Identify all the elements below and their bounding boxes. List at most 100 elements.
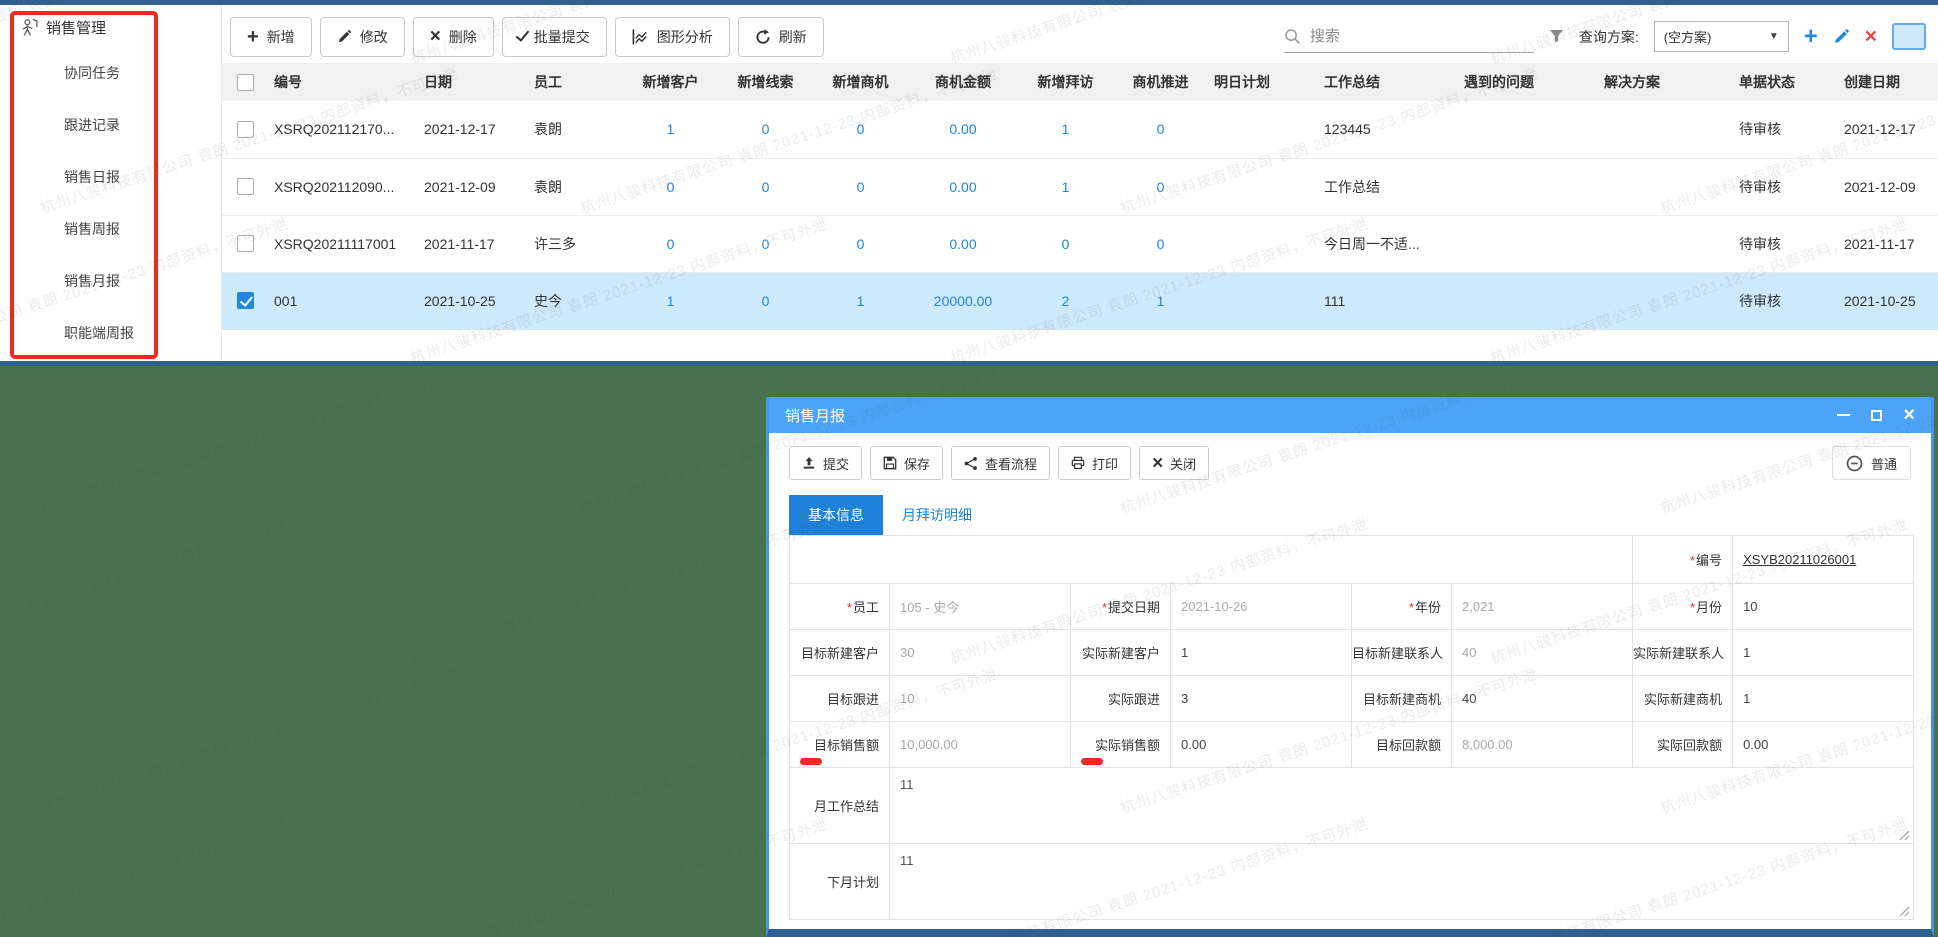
column-header-doc-status[interactable]: 单据状态 xyxy=(1733,63,1838,101)
row-checkbox[interactable] xyxy=(237,235,254,252)
table-row[interactable]: XSRQ202112090...2021-12-09袁朗0000.0010工作总… xyxy=(222,158,1938,215)
edit-scheme-icon[interactable] xyxy=(1833,28,1850,45)
cell-new-visits: 0 xyxy=(1018,215,1113,272)
resize-handle-icon[interactable] xyxy=(1899,905,1910,916)
dialog-tabs: 基本信息月拜访明细 xyxy=(789,495,991,535)
column-header-work-summary[interactable]: 工作总结 xyxy=(1318,63,1458,101)
column-header-opportunity-amount[interactable]: 商机金额 xyxy=(908,63,1018,101)
layout-panel-icon[interactable] xyxy=(1892,23,1926,50)
field-value-target-new-opportunities[interactable]: 40 xyxy=(1452,676,1633,722)
plus-icon: + xyxy=(247,27,259,47)
submit-button[interactable]: 提交 xyxy=(789,446,862,480)
refresh-button[interactable]: 刷新 xyxy=(738,17,824,57)
watermark-text: 杭州八骏科技有限公司 袁朗 2021-12-23 内部资料，不可外泄 xyxy=(37,363,460,518)
field-value-year[interactable]: 2,021 xyxy=(1452,584,1633,630)
sidebar-item-sales-daily-report[interactable]: 销售日报 xyxy=(0,151,222,203)
field-value-actual-new-contacts[interactable]: 1 xyxy=(1733,630,1914,676)
submit-button-label: 提交 xyxy=(823,454,849,473)
close-button[interactable]: ×关闭 xyxy=(1139,446,1209,480)
cell-doc-status: 待审核 xyxy=(1733,215,1838,272)
cell-doc-status: 待审核 xyxy=(1733,158,1838,215)
sales-monthly-report-dialog: 销售月报 × 提交保存查看流程打印×关闭 普通 基本信息月拜访明细 *编号XSY… xyxy=(766,397,1934,937)
view-flow-button-label: 查看流程 xyxy=(985,454,1037,473)
edit-button[interactable]: 修改 xyxy=(320,17,405,57)
save-button[interactable]: 保存 xyxy=(870,446,943,480)
priority-badge[interactable]: 普通 xyxy=(1832,446,1911,480)
field-value-actual-collection-amount[interactable]: 0.00 xyxy=(1733,722,1914,768)
view-flow-button[interactable]: 查看流程 xyxy=(951,446,1050,480)
field-value-month[interactable]: 10 xyxy=(1733,584,1914,630)
field-value-target-sales-amount[interactable]: 10,000.00 xyxy=(890,722,1071,768)
dialog-titlebar[interactable]: 销售月报 × xyxy=(769,397,1931,433)
search-input[interactable] xyxy=(1310,28,1510,45)
column-header-new-opportunities[interactable]: 新增商机 xyxy=(813,63,908,101)
resize-handle-icon[interactable] xyxy=(1899,829,1910,840)
watermark-text: 杭州八骏科技有限公司 袁朗 2021-12-23 内部资料，不可外泄 xyxy=(37,663,460,818)
column-header-employee[interactable]: 员工 xyxy=(528,63,623,101)
minimize-icon[interactable] xyxy=(1837,414,1850,416)
field-value-actual-followup[interactable]: 3 xyxy=(1171,676,1352,722)
field-value-target-collection-amount[interactable]: 8,000.00 xyxy=(1452,722,1633,768)
column-header-problems-met[interactable]: 遇到的问题 xyxy=(1458,63,1598,101)
sidebar-item-followup-records[interactable]: 跟进记录 xyxy=(0,99,222,151)
column-header-create-date[interactable]: 创建日期 xyxy=(1838,63,1938,101)
query-scheme-select[interactable]: (空方案) ▼ xyxy=(1654,21,1789,52)
cell-employee: 许三多 xyxy=(528,215,623,272)
column-header-tomorrow-plan[interactable]: 明日计划 xyxy=(1208,63,1318,101)
table-row[interactable]: XSRQ202111170012021-11-17许三多0000.0000今日周… xyxy=(222,215,1938,272)
column-header-new-customers[interactable]: 新增客户 xyxy=(623,63,718,101)
column-header-code[interactable]: 编号 xyxy=(268,63,418,101)
delete-button[interactable]: ×删除 xyxy=(413,17,494,57)
table-header-row: 编号日期员工新增客户新增线索新增商机商机金额新增拜访商机推进明日计划工作总结遇到… xyxy=(222,63,1938,101)
column-header-opportunity-advance[interactable]: 商机推进 xyxy=(1113,63,1208,101)
sidebar-item-sales-weekly-report[interactable]: 销售周报 xyxy=(0,203,222,255)
close-icon[interactable]: × xyxy=(1903,405,1915,425)
doc-number-link[interactable]: XSYB20211026001 xyxy=(1743,552,1856,567)
table-row[interactable]: 0012021-10-25史今10120000.0021111待审核2021-1… xyxy=(222,272,1938,329)
column-header-date[interactable]: 日期 xyxy=(418,63,528,101)
cell-new-customers: 0 xyxy=(623,158,718,215)
row-checkbox[interactable] xyxy=(237,178,254,195)
field-label-target-new-customers: 目标新建客户 xyxy=(790,630,890,676)
field-value-actual-sales-amount[interactable]: 0.00 xyxy=(1171,722,1352,768)
cell-employee: 袁朗 xyxy=(528,158,623,215)
column-header-solutions[interactable]: 解决方案 xyxy=(1598,63,1733,101)
field-value-code[interactable]: XSYB20211026001 xyxy=(1733,536,1914,584)
chevron-down-icon: ▼ xyxy=(1769,31,1779,42)
field-value-employee[interactable]: 105 - 史今 xyxy=(890,584,1071,630)
field-value-monthly-work-summary[interactable]: 11 xyxy=(890,768,1914,844)
field-label-actual-collection-amount: 实际回款额 xyxy=(1633,722,1733,768)
print-button[interactable]: 打印 xyxy=(1058,446,1131,480)
field-value-actual-new-opportunities[interactable]: 1 xyxy=(1733,676,1914,722)
graph-analysis-button[interactable]: 图形分析 xyxy=(615,17,730,57)
tab-basic-info[interactable]: 基本信息 xyxy=(789,495,883,535)
graph-analysis-button-label: 图形分析 xyxy=(657,27,713,47)
save-button-label: 保存 xyxy=(904,454,930,473)
next-month-plan-text: 11 xyxy=(890,844,1913,877)
tab-monthly-visit-detail[interactable]: 月拜访明细 xyxy=(883,495,991,535)
row-checkbox[interactable] xyxy=(237,292,254,309)
field-value-submit-date[interactable]: 2021-10-26 xyxy=(1171,584,1352,630)
column-header-new-visits[interactable]: 新增拜访 xyxy=(1018,63,1113,101)
save-icon xyxy=(883,456,897,470)
delete-scheme-icon[interactable]: × xyxy=(1865,26,1877,47)
maximize-icon[interactable] xyxy=(1871,410,1882,421)
sidebar-item-collab-tasks[interactable]: 协同任务 xyxy=(0,47,222,99)
field-value-target-new-contacts[interactable]: 40 xyxy=(1452,630,1633,676)
add-scheme-icon[interactable]: + xyxy=(1804,25,1818,49)
field-value-next-month-plan[interactable]: 11 xyxy=(890,844,1914,920)
sidebar-item-sales-monthly-report[interactable]: 销售月报 xyxy=(0,255,222,307)
field-value-target-new-customers[interactable]: 30 xyxy=(890,630,1071,676)
row-checkbox[interactable] xyxy=(237,121,254,138)
filter-funnel-icon[interactable] xyxy=(1549,29,1564,44)
field-value-actual-new-customers[interactable]: 1 xyxy=(1171,630,1352,676)
sidebar-item-functional-weekly-report[interactable]: 职能端周报 xyxy=(0,307,222,359)
cell-create-date: 2021-12-09 xyxy=(1838,158,1938,215)
table-row[interactable]: XSRQ202112170...2021-12-17袁朗1000.0010123… xyxy=(222,101,1938,158)
batch-submit-button[interactable]: 批量提交 xyxy=(502,17,607,57)
column-header-new-leads[interactable]: 新增线索 xyxy=(718,63,813,101)
add-button[interactable]: +新增 xyxy=(230,17,312,57)
field-value-target-followup[interactable]: 10 xyxy=(890,676,1071,722)
required-asterisk: * xyxy=(1690,553,1695,568)
select-all-checkbox[interactable] xyxy=(237,74,254,91)
